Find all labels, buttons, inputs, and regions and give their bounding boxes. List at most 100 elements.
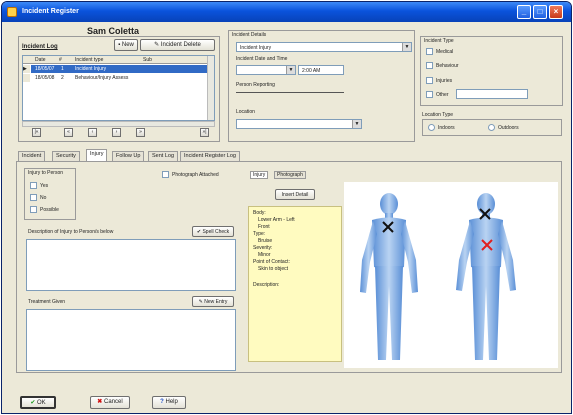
incident-log-grid[interactable]: Date # Incident type Sub ▶ 18/05/07 1 In… [22, 55, 215, 121]
patient-name: Sam Coletta [87, 26, 140, 36]
tab-follow-up[interactable]: Follow Up [112, 151, 145, 161]
injury-no-checkbox[interactable] [30, 194, 37, 201]
notes-line: Severity: [253, 245, 273, 251]
location-label: Location [236, 109, 255, 115]
col-date: Date [35, 57, 46, 63]
injury-possible-checkbox[interactable] [30, 206, 37, 213]
next-record-button[interactable]: › [112, 128, 121, 137]
window-title: Incident Register [22, 8, 79, 15]
new-incident-button[interactable]: ▪ New [114, 39, 138, 51]
tab-sent-log[interactable]: Sent Log [148, 151, 179, 161]
col-num: # [59, 57, 62, 63]
close-icon[interactable]: × [549, 5, 563, 19]
body-diagram[interactable] [344, 182, 558, 368]
cancel-button[interactable]: ✖ Cancel [90, 396, 130, 409]
help-button[interactable]: ? Help [152, 396, 186, 409]
chevron-down-icon[interactable]: ▼ [352, 120, 361, 128]
behaviour-label: Behaviour [436, 63, 459, 69]
last-record-button[interactable]: »| [200, 128, 209, 137]
injury-yes-label: Yes [40, 183, 49, 189]
calendar-dropdown-icon[interactable]: ▼ [286, 66, 295, 74]
incident-delete-button[interactable]: ✎ Incident Delete [140, 39, 215, 51]
horizontal-scrollbar[interactable] [22, 121, 215, 127]
app-icon [7, 7, 17, 17]
photograph-attached-checkbox[interactable] [162, 171, 169, 178]
treatment-label: Treatment Given [28, 299, 66, 305]
row-date: 18/05/08 [35, 75, 55, 81]
body-front-figure[interactable] [360, 193, 418, 360]
person-reporting-label: Person Reporting [236, 82, 275, 88]
incident-time-field[interactable]: 2:00 AM [298, 65, 344, 75]
new-entry-label: New Entry [204, 299, 228, 305]
notes-line: Lower Arm - Left [258, 217, 295, 223]
notes-line: Point of Contact: [253, 259, 290, 265]
person-reporting-field[interactable] [236, 92, 344, 93]
prev-page-button[interactable]: « [64, 128, 73, 137]
description-label: Description of Injury to Person/s below [28, 229, 114, 235]
cancel-label: Cancel [104, 399, 123, 405]
indoors-radio[interactable] [428, 124, 435, 131]
location-type-label: Location Type [422, 112, 454, 118]
cancel-x-icon: ✖ [97, 399, 104, 405]
incident-date-field[interactable]: ▼ [236, 65, 296, 75]
notes-line: Type: [253, 231, 266, 237]
injury-yes-checkbox[interactable] [30, 182, 37, 189]
col-sub: Sub [143, 57, 152, 63]
subtab-injury[interactable]: Injury [250, 171, 269, 179]
row-type: Behaviour/Injury Assess [75, 75, 129, 81]
row-pointer-icon: ▶ [23, 65, 30, 73]
incident-type-group-label: Incident Type [424, 38, 454, 44]
spell-check-button[interactable]: ✔ Spell Check [192, 226, 234, 237]
indoors-label: Indoors [438, 125, 455, 131]
new-incident-label: New [121, 42, 134, 48]
minimize-icon[interactable]: _ [517, 5, 531, 19]
new-entry-button[interactable]: ✎ New Entry [192, 296, 234, 307]
title-bar[interactable]: Incident Register _ □ × [2, 2, 571, 22]
notes-line: Minor [258, 252, 271, 258]
chevron-down-icon[interactable]: ▼ [402, 43, 411, 51]
grid-header: Date # Incident type Sub [23, 56, 214, 64]
notes-line: Description: [253, 282, 280, 288]
table-row[interactable]: 18/05/08 2 Behaviour/Injury Assess [23, 74, 214, 82]
injury-notes-panel: Body: Lower Arm - Left Front Type: Bruis… [248, 206, 342, 362]
first-record-button[interactable]: |« [32, 128, 41, 137]
description-textarea[interactable] [26, 239, 236, 291]
col-type: Incident type [75, 57, 104, 63]
injuries-checkbox[interactable] [426, 77, 433, 84]
subtab-photograph[interactable]: Photograph [274, 171, 306, 179]
incident-type-value: Incident Injury [240, 45, 272, 51]
help-label: Help [165, 399, 178, 405]
tab-security[interactable]: Security [52, 151, 80, 161]
injuries-label: Injuries [436, 78, 453, 84]
medical-label: Medical [436, 49, 454, 55]
medical-checkbox[interactable] [426, 48, 433, 55]
behaviour-checkbox[interactable] [426, 62, 433, 69]
table-row[interactable]: ▶ 18/05/07 1 Incident Injury [23, 65, 214, 73]
insert-detail-button[interactable]: Insert Detail [275, 189, 315, 200]
tab-incident-register-log[interactable]: Incident Register Log [180, 151, 240, 161]
other-checkbox[interactable] [426, 91, 433, 98]
location-select[interactable]: ▼ [236, 119, 362, 129]
maximize-icon[interactable]: □ [533, 5, 547, 19]
incident-type-select[interactable]: Incident Injury ▼ [236, 42, 412, 52]
other-text-field[interactable] [456, 89, 528, 99]
other-label: Other [436, 92, 449, 98]
row-num: 2 [61, 75, 64, 81]
outdoors-radio[interactable] [488, 124, 495, 131]
next-page-button[interactable]: » [136, 128, 145, 137]
spell-check-label: Spell Check [202, 229, 230, 235]
body-back-figure[interactable] [456, 193, 516, 360]
treatment-textarea[interactable] [26, 309, 236, 371]
tab-incident[interactable]: Incident [18, 151, 46, 161]
vertical-scrollbar[interactable] [207, 56, 214, 120]
date-time-label: Incident Date and Time [236, 56, 288, 62]
notes-line: Bruise [258, 238, 273, 244]
notes-line: Skin to object [258, 266, 289, 272]
notes-line: Front [258, 224, 270, 230]
ok-button[interactable]: ✔ OK [20, 396, 56, 409]
prev-record-button[interactable]: ‹ [88, 128, 97, 137]
delete-icon: ✎ [154, 42, 161, 48]
notes-line: Body: [253, 210, 266, 216]
incident-details-label: Incident Details [232, 32, 267, 38]
ok-label: OK [37, 400, 46, 406]
